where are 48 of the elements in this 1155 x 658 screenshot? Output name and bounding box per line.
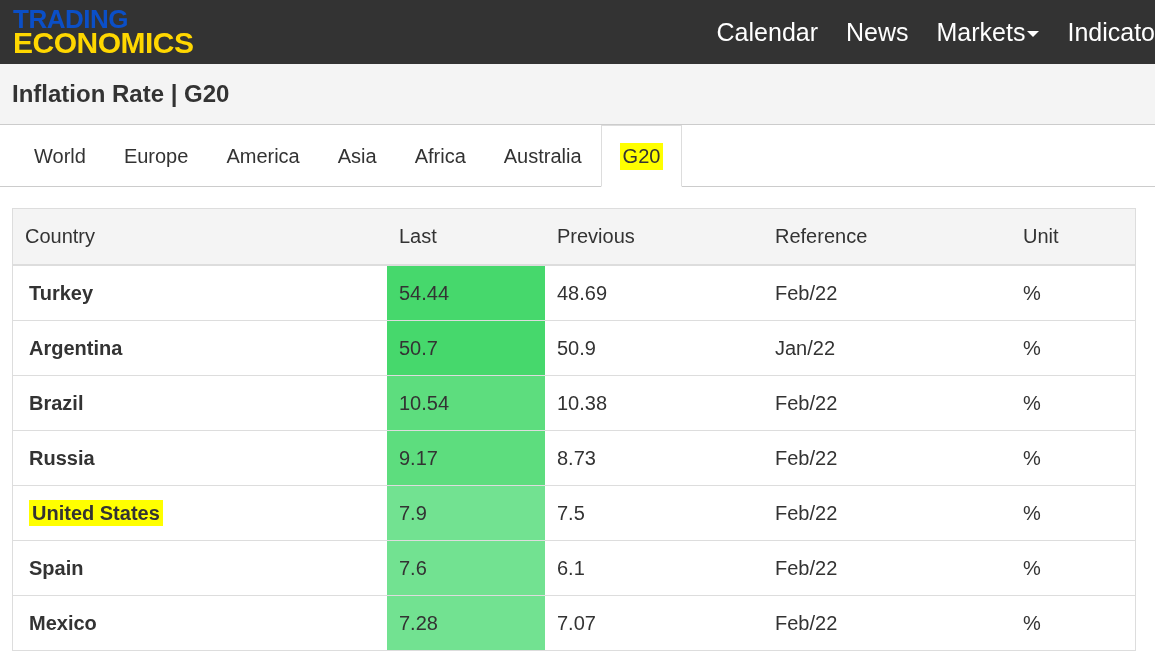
- nav-link[interactable]: Markets: [922, 17, 1054, 47]
- last-value-cell: 9.17: [387, 430, 545, 486]
- table-cell: Feb/22: [763, 595, 1011, 651]
- table-cell: %: [1011, 375, 1136, 431]
- last-value-cell: 7.6: [387, 540, 545, 596]
- tab[interactable]: Asia: [318, 125, 396, 187]
- table-cell: Feb/22: [763, 485, 1011, 541]
- table-cell: 7.07: [545, 595, 763, 651]
- country-cell[interactable]: United States: [12, 485, 387, 541]
- table-cell: 50.9: [545, 320, 763, 376]
- table-cell: 8.73: [545, 430, 763, 486]
- column-header[interactable]: Reference: [763, 208, 1011, 265]
- caret-icon: [1027, 31, 1040, 37]
- tab[interactable]: Africa: [395, 125, 485, 187]
- column-header[interactable]: Unit: [1011, 208, 1136, 265]
- table-cell: %: [1011, 265, 1136, 321]
- table-cell: Feb/22: [763, 265, 1011, 321]
- table-cell: %: [1011, 430, 1136, 486]
- table-cell: 48.69: [545, 265, 763, 321]
- nav-link[interactable]: News: [832, 17, 923, 47]
- column-header[interactable]: Country: [12, 208, 387, 265]
- table-cell: 6.1: [545, 540, 763, 596]
- tab[interactable]: Australia: [484, 125, 601, 187]
- table-cell: Feb/22: [763, 540, 1011, 596]
- last-value-cell: 50.7: [387, 320, 545, 376]
- table-cell: %: [1011, 595, 1136, 651]
- tab[interactable]: World: [15, 125, 105, 187]
- table-cell: Feb/22: [763, 430, 1011, 486]
- tab[interactable]: G20: [600, 125, 683, 187]
- table-cell: %: [1011, 540, 1136, 596]
- table-cell: 10.38: [545, 375, 763, 431]
- nav-link[interactable]: Indicato: [1053, 17, 1155, 47]
- column-header[interactable]: Last: [387, 208, 545, 265]
- last-value-cell: 54.44: [387, 265, 545, 321]
- column-header[interactable]: Previous: [545, 208, 763, 265]
- tab[interactable]: America: [207, 125, 319, 187]
- table-cell: %: [1011, 320, 1136, 376]
- table-cell: Feb/22: [763, 375, 1011, 431]
- logo[interactable]: TRADING ECONOMICS: [13, 8, 194, 54]
- last-value-cell: 7.28: [387, 595, 545, 651]
- page-title: Inflation Rate | G20: [12, 80, 230, 108]
- last-value-cell: 7.9: [387, 485, 545, 541]
- tab[interactable]: Europe: [104, 125, 208, 187]
- last-value-cell: 10.54: [387, 375, 545, 431]
- nav-link[interactable]: Calendar: [702, 17, 832, 47]
- table-cell: 7.5: [545, 485, 763, 541]
- table-cell: %: [1011, 485, 1136, 541]
- table-cell: Jan/22: [763, 320, 1011, 376]
